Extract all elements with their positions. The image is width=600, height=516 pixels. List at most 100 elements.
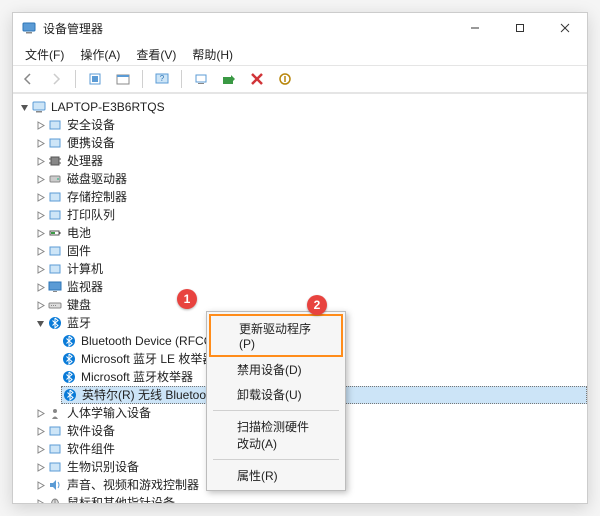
tree-label: 人体学输入设备: [67, 404, 151, 422]
minimize-button[interactable]: [452, 13, 497, 43]
tree-label: 磁盘驱动器: [67, 170, 127, 188]
tree-category[interactable]: 计算机: [33, 260, 587, 278]
tree-category[interactable]: 存储控制器: [33, 188, 587, 206]
context-menu-item[interactable]: 卸载设备(U): [209, 382, 343, 407]
back-button[interactable]: [17, 68, 39, 90]
scan-hardware-button[interactable]: [190, 68, 212, 90]
help-button[interactable]: ?: [151, 68, 173, 90]
software-component-icon: [47, 441, 63, 457]
software-device-icon: [47, 423, 63, 439]
tree-label: 生物识别设备: [67, 458, 139, 476]
expand-icon[interactable]: [33, 154, 47, 168]
bluetooth-icon: [61, 351, 77, 367]
disk-drive-icon: [47, 171, 63, 187]
update-driver-button[interactable]: [218, 68, 240, 90]
menu-help[interactable]: 帮助(H): [186, 44, 239, 65]
expand-icon[interactable]: [33, 262, 47, 276]
expand-icon[interactable]: [33, 244, 47, 258]
toolbar-separator: [142, 70, 143, 88]
keyboard-icon: [47, 297, 63, 313]
show-hidden-button[interactable]: [84, 68, 106, 90]
tree-label: 打印队列: [67, 206, 115, 224]
tree-category[interactable]: 固件: [33, 242, 587, 260]
expand-icon[interactable]: [33, 280, 47, 294]
expand-icon[interactable]: [33, 406, 47, 420]
tree-label: 软件设备: [67, 422, 115, 440]
forward-button[interactable]: [45, 68, 67, 90]
menu-separator: [213, 459, 339, 460]
expand-icon[interactable]: [33, 208, 47, 222]
tree-category[interactable]: 鼠标和其他指针设备: [33, 494, 587, 503]
context-menu-item[interactable]: 更新驱动程序(P): [209, 314, 343, 357]
computer-icon: [47, 261, 63, 277]
uninstall-button[interactable]: [246, 68, 268, 90]
tree-device-label: Microsoft 蓝牙 LE 枚举器: [81, 350, 214, 368]
window-title: 设备管理器: [43, 20, 452, 37]
expand-icon[interactable]: [33, 298, 47, 312]
app-icon: [21, 20, 37, 36]
bluetooth-icon: [47, 315, 63, 331]
context-menu-item[interactable]: 禁用设备(D): [209, 357, 343, 382]
collapse-icon[interactable]: [17, 100, 31, 114]
menu-file[interactable]: 文件(F): [19, 44, 70, 65]
menu-view[interactable]: 查看(V): [130, 44, 182, 65]
tree-label: 处理器: [67, 152, 103, 170]
expand-icon[interactable]: [33, 172, 47, 186]
tree-category[interactable]: 电池: [33, 224, 587, 242]
close-button[interactable]: [542, 13, 587, 43]
menu-action[interactable]: 操作(A): [74, 44, 126, 65]
bluetooth-icon: [61, 333, 77, 349]
expand-icon[interactable]: [33, 442, 47, 456]
bluetooth-icon: [62, 387, 78, 403]
tree-category[interactable]: 打印队列: [33, 206, 587, 224]
expand-icon[interactable]: [33, 478, 47, 492]
tree-label: 监视器: [67, 278, 103, 296]
tree-category[interactable]: 安全设备: [33, 116, 587, 134]
expand-icon[interactable]: [33, 424, 47, 438]
maximize-button[interactable]: [497, 13, 542, 43]
portable-device-icon: [47, 135, 63, 151]
device-manager-window: 设备管理器 文件(F) 操作(A) 查看(V) 帮助(H) ? LAPTOP-E…: [12, 12, 588, 504]
window-controls: [452, 13, 587, 43]
print-queue-icon: [47, 207, 63, 223]
biometric-icon: [47, 459, 63, 475]
properties-button[interactable]: [112, 68, 134, 90]
svg-text:?: ?: [160, 74, 165, 83]
expand-icon[interactable]: [33, 226, 47, 240]
annotation-badge-2: 2: [307, 295, 327, 315]
tree-category[interactable]: 磁盘驱动器: [33, 170, 587, 188]
tree-category[interactable]: 处理器: [33, 152, 587, 170]
tree-device-label: Microsoft 蓝牙枚举器: [81, 368, 193, 386]
tree-label: 声音、视频和游戏控制器: [67, 476, 199, 494]
context-menu: 更新驱动程序(P)禁用设备(D)卸载设备(U) 扫描检测硬件改动(A) 属性(R): [206, 311, 346, 491]
expand-icon[interactable]: [33, 118, 47, 132]
tree-label: 安全设备: [67, 116, 115, 134]
security-device-icon: [47, 117, 63, 133]
tree-label: 存储控制器: [67, 188, 127, 206]
tree-label: 固件: [67, 242, 91, 260]
collapse-icon[interactable]: [33, 316, 47, 330]
expand-icon[interactable]: [33, 460, 47, 474]
firmware-icon: [47, 243, 63, 259]
disable-button[interactable]: [274, 68, 296, 90]
titlebar: 设备管理器: [13, 13, 587, 43]
menubar: 文件(F) 操作(A) 查看(V) 帮助(H): [13, 43, 587, 65]
context-menu-item[interactable]: 扫描检测硬件改动(A): [209, 414, 343, 456]
context-menu-item[interactable]: 属性(R): [209, 463, 343, 488]
monitor-icon: [47, 279, 63, 295]
expand-icon[interactable]: [33, 496, 47, 503]
tree-root-label: LAPTOP-E3B6RTQS: [51, 98, 165, 116]
tree-root-node[interactable]: LAPTOP-E3B6RTQS: [17, 98, 587, 116]
expand-icon[interactable]: [33, 136, 47, 150]
menu-separator: [213, 410, 339, 411]
tree-category[interactable]: 监视器: [33, 278, 587, 296]
tree-category[interactable]: 便携设备: [33, 134, 587, 152]
expand-icon[interactable]: [33, 190, 47, 204]
tree-label: 键盘: [67, 296, 91, 314]
tree-label: 蓝牙: [67, 314, 91, 332]
tree-label: 便携设备: [67, 134, 115, 152]
battery-icon: [47, 225, 63, 241]
toolbar-separator: [181, 70, 182, 88]
toolbar: ?: [13, 65, 587, 93]
mouse-icon: [47, 495, 63, 503]
